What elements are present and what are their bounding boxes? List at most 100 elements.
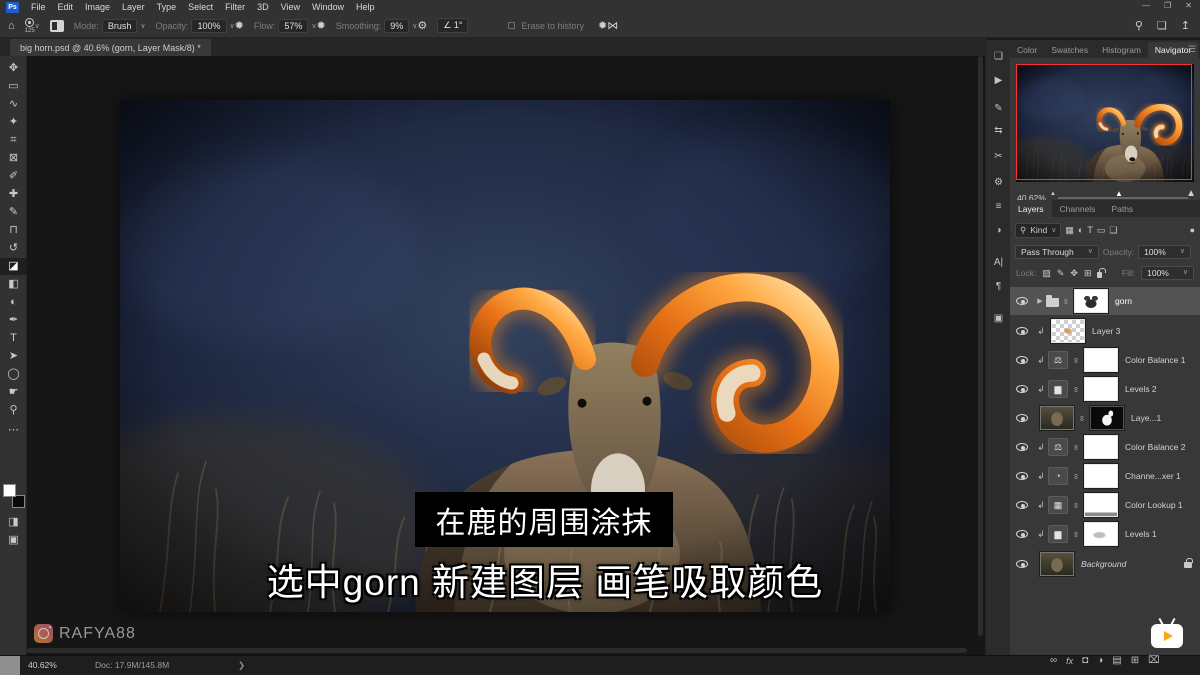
- color-balance-icon[interactable]: ⚖: [1048, 351, 1068, 369]
- new-layer-icon[interactable]: ⊞: [1131, 655, 1139, 666]
- layer-effects-icon[interactable]: fx: [1066, 656, 1073, 666]
- layer-mask-thumbnail[interactable]: [1084, 377, 1118, 401]
- layer-name[interactable]: Laye...1: [1131, 413, 1161, 423]
- visibility-eye-icon[interactable]: [1016, 530, 1028, 538]
- erase-history-checkbox[interactable]: [508, 22, 515, 29]
- tablet-pressure-icon[interactable]: ✹: [598, 19, 607, 32]
- visibility-eye-icon[interactable]: [1016, 501, 1028, 509]
- menu-3d[interactable]: 3D: [257, 2, 269, 12]
- lock-artboard-icon[interactable]: ⊞: [1084, 268, 1092, 279]
- path-selection-tool[interactable]: ➤: [0, 348, 27, 365]
- blend-mode-select[interactable]: Pass Through∨: [1015, 245, 1099, 259]
- delete-layer-icon[interactable]: ⌧: [1148, 655, 1160, 666]
- layer-row-color-balance-1[interactable]: ↲ ⚖ ∞ Color Balance 1: [1010, 346, 1200, 374]
- workspace-icon[interactable]: ❏: [1157, 19, 1167, 32]
- zoom-slider-thumb[interactable]: ▲: [1115, 189, 1123, 198]
- kind-filter-select[interactable]: ⚲ Kind ∨: [1015, 223, 1061, 238]
- menu-image[interactable]: Image: [85, 2, 110, 12]
- home-icon[interactable]: ⌂: [8, 20, 15, 32]
- character-panel-icon[interactable]: A|: [986, 252, 1011, 272]
- minimize-button[interactable]: —: [1142, 1, 1150, 10]
- zoom-in-icon[interactable]: ▲: [1186, 188, 1196, 199]
- smoothing-field[interactable]: 9%: [384, 19, 409, 33]
- layer-name[interactable]: Channe...xer 1: [1125, 471, 1181, 481]
- shape-tool[interactable]: ◯: [0, 366, 27, 383]
- layer-row-gorn[interactable]: ▶ ∞ gorn: [1010, 287, 1200, 315]
- smoothing-gear-icon[interactable]: ⚙: [417, 19, 427, 32]
- airbrush-icon[interactable]: ✹: [317, 19, 326, 32]
- flow-field[interactable]: 57%: [278, 19, 308, 33]
- pressure-opacity-icon[interactable]: ✹: [235, 19, 244, 32]
- navigator-view-box[interactable]: [1016, 64, 1192, 180]
- crop-tool[interactable]: ⌗: [0, 132, 27, 149]
- visibility-eye-icon[interactable]: [1016, 414, 1028, 422]
- lock-pixels-icon[interactable]: ✎: [1057, 268, 1065, 279]
- add-layer-mask-icon[interactable]: ◘: [1082, 655, 1088, 666]
- tab-swatches[interactable]: Swatches: [1044, 42, 1095, 58]
- mask-link-icon[interactable]: ∞: [1072, 529, 1081, 539]
- zoom-out-icon[interactable]: ▲: [1050, 191, 1056, 197]
- horizontal-scrollbar[interactable]: [27, 648, 967, 653]
- visibility-eye-icon[interactable]: [1016, 356, 1028, 364]
- properties-panel-icon[interactable]: ≡: [986, 196, 1011, 216]
- vertical-scrollbar[interactable]: [978, 56, 983, 636]
- settings-panel-icon[interactable]: ⚙: [986, 172, 1011, 192]
- menu-select[interactable]: Select: [188, 2, 213, 12]
- pen-tool[interactable]: ✒: [0, 312, 27, 329]
- libraries-panel-icon[interactable]: ▣: [986, 308, 1011, 328]
- lasso-tool[interactable]: ∿: [0, 96, 27, 113]
- brush-panel-toggle-icon[interactable]: [50, 20, 64, 32]
- layer-name[interactable]: Color Balance 1: [1125, 355, 1185, 365]
- symmetry-icon[interactable]: ⋈: [607, 19, 618, 32]
- visibility-eye-icon[interactable]: [1016, 385, 1028, 393]
- healing-brush-tool[interactable]: ✚: [0, 186, 27, 203]
- menu-view[interactable]: View: [281, 2, 300, 12]
- move-tool[interactable]: ✥: [0, 60, 27, 77]
- eyedropper-tool[interactable]: ✐: [0, 168, 27, 185]
- tab-layers[interactable]: Layers: [1010, 200, 1052, 217]
- layer-mask-thumbnail[interactable]: [1074, 289, 1108, 313]
- filter-pixel-icon[interactable]: ▦: [1065, 225, 1074, 236]
- mask-link-icon[interactable]: ∞: [1072, 355, 1081, 365]
- lock-all-icon[interactable]: [1097, 272, 1101, 278]
- quick-mask-button[interactable]: ◨: [0, 514, 27, 531]
- actions-panel-icon[interactable]: ▶: [986, 70, 1011, 90]
- menu-type[interactable]: Type: [157, 2, 177, 12]
- filter-type-icon[interactable]: T: [1087, 225, 1093, 235]
- history-brush-tool[interactable]: ↺: [0, 240, 27, 257]
- lock-transparency-icon[interactable]: ▨: [1042, 268, 1051, 279]
- dodge-tool[interactable]: ◐: [0, 294, 27, 311]
- new-adjustment-layer-icon[interactable]: ◑: [1097, 655, 1103, 666]
- mask-link-icon[interactable]: ∞: [1072, 500, 1081, 510]
- status-zoom-field[interactable]: 40.62%: [28, 660, 57, 670]
- menu-filter[interactable]: Filter: [225, 2, 245, 12]
- layer-name[interactable]: Color Lookup 1: [1125, 500, 1183, 510]
- layer-mask-thumbnail[interactable]: [1084, 464, 1118, 488]
- frame-tool[interactable]: ⊠: [0, 150, 27, 167]
- clone-stamp-tool[interactable]: ⊓: [0, 222, 27, 239]
- paragraph-panel-icon[interactable]: ¶: [986, 276, 1011, 296]
- layer-thumbnail[interactable]: [1051, 319, 1085, 343]
- menu-window[interactable]: Window: [312, 2, 344, 12]
- layer-row-levels-2[interactable]: ↲ ▆ ∞ Levels 2: [1010, 375, 1200, 403]
- mask-link-icon[interactable]: ∞: [1078, 413, 1087, 423]
- filter-shape-icon[interactable]: ▭: [1097, 225, 1106, 236]
- tab-color[interactable]: Color: [1010, 42, 1044, 58]
- link-layers-icon[interactable]: ∞: [1050, 655, 1057, 666]
- edit-toolbar-ellipsis[interactable]: ⋯: [0, 422, 27, 439]
- brush-angle-field[interactable]: ∠ 1°: [437, 18, 468, 33]
- visibility-eye-icon[interactable]: [1016, 472, 1028, 480]
- mask-link-icon[interactable]: ∞: [1072, 471, 1081, 481]
- layer-name[interactable]: gorn: [1115, 296, 1132, 306]
- tab-histogram[interactable]: Histogram: [1095, 42, 1148, 58]
- screen-mode-button[interactable]: ▣: [0, 532, 27, 549]
- panel-menu-icon[interactable]: ☰: [1188, 44, 1196, 55]
- close-button[interactable]: ✕: [1185, 1, 1192, 10]
- layer-row-color-lookup-1[interactable]: ↲ ▦ ∞ Color Lookup 1: [1010, 491, 1200, 519]
- mode-chevron[interactable]: ∨: [140, 22, 145, 30]
- brush-picker-chevron[interactable]: ∨: [35, 22, 40, 30]
- layer-name[interactable]: Levels 2: [1125, 384, 1157, 394]
- new-group-icon[interactable]: ▤: [1112, 655, 1121, 666]
- visibility-eye-icon[interactable]: [1016, 443, 1028, 451]
- color-balance-icon[interactable]: ⚖: [1048, 438, 1068, 456]
